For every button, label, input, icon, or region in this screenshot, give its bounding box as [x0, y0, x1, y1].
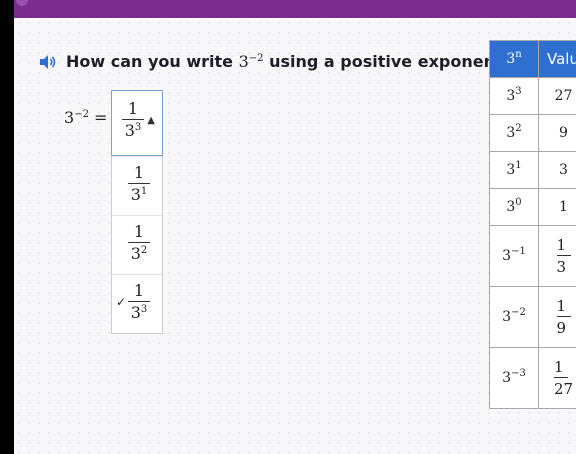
question-row: How can you write 3−2 using a positive e…: [38, 52, 512, 71]
fraction-denominator: 32: [131, 243, 148, 265]
fraction-denominator: 31: [131, 184, 148, 206]
option-fraction: 1 32: [128, 222, 150, 265]
table-cell-power: 30: [489, 188, 539, 226]
header-power-exp: n: [515, 49, 522, 60]
table-cell-power: 3−3: [489, 347, 539, 409]
cell-exp: −2: [511, 307, 526, 318]
dropdown-option-3[interactable]: ✓ 1 33: [112, 274, 162, 333]
header-power: 3n: [489, 40, 539, 78]
speaker-icon[interactable]: [38, 54, 58, 70]
selected-fraction: 1 33: [122, 99, 144, 142]
expression-lhs: 3−2 =: [64, 108, 107, 127]
den-base: 3: [130, 244, 141, 263]
fraction-numerator: 1: [133, 222, 145, 241]
fraction-numerator: 1: [556, 296, 567, 315]
den-base: 3: [130, 303, 141, 322]
table-cell-value: 19: [538, 286, 576, 348]
table-cell-value: 27: [538, 77, 576, 115]
table-cell-power: 31: [489, 151, 539, 189]
table-row: 3−2 19: [489, 286, 576, 348]
cell-base: 3: [506, 125, 516, 141]
fraction-numerator: 1: [133, 281, 145, 300]
question-exponent: −2: [248, 53, 264, 64]
cell-exp: 0: [515, 197, 522, 208]
value-fraction: 13: [556, 235, 571, 278]
den-base: 3: [124, 121, 135, 140]
powers-table: 3n Valu 33 27 32 9 31 3 30 1 3−1 13 3−2 …: [489, 40, 576, 409]
table-row: 31 3: [489, 151, 576, 189]
table-cell-value: 1: [538, 188, 576, 226]
option-fraction: 1 31: [128, 163, 150, 206]
fraction-denominator: 33: [125, 120, 142, 142]
checkmark-icon: ✓: [116, 295, 127, 309]
cell-exp: −1: [511, 246, 526, 257]
top-header-bar: [14, 0, 576, 18]
table-row: 33 27: [489, 77, 576, 115]
den-exponent: 1: [140, 186, 148, 197]
left-edge-bar: [0, 0, 14, 454]
den-exponent: 3: [134, 122, 142, 133]
fraction-denominator: 9: [556, 318, 567, 337]
cell-base: 3: [506, 199, 516, 215]
question-power: 3−2: [239, 52, 264, 71]
value-fraction: 1 27: [553, 357, 574, 400]
cell-base: 3: [502, 248, 512, 264]
fraction-denominator: 3: [556, 257, 567, 276]
question-text: How can you write 3−2 using a positive e…: [66, 52, 512, 71]
fraction-denominator: 27: [553, 379, 574, 398]
fraction-numerator: 1: [556, 235, 567, 254]
cell-base: 3: [506, 162, 516, 178]
fraction-numerator: 1: [127, 99, 139, 118]
table-cell-power: 32: [489, 114, 539, 152]
dropdown-selected-value[interactable]: 1 33 ▲: [111, 90, 163, 156]
question-prefix: How can you write: [66, 52, 239, 71]
table-cell-power: 33: [489, 77, 539, 115]
answer-dropdown[interactable]: 1 33 ▲ 1 31 1 32 ✓ 1 33: [111, 90, 163, 334]
table-row: 30 1: [489, 188, 576, 226]
table-row: 3−1 13: [489, 225, 576, 287]
table-cell-value: 3: [538, 151, 576, 189]
header-tab-shape: [16, 0, 28, 6]
cell-exp: 1: [515, 160, 522, 171]
caret-up-icon[interactable]: ▲: [147, 115, 155, 126]
den-exponent: 2: [140, 245, 148, 256]
den-base: 3: [130, 185, 141, 204]
table-header-row: 3n Valu: [489, 40, 576, 78]
table-cell-value: 13: [538, 225, 576, 287]
cell-exp: 2: [515, 123, 522, 134]
lhs-base: 3: [64, 108, 75, 127]
cell-exp: 3: [515, 86, 522, 97]
cell-exp: −3: [511, 368, 526, 379]
lhs-exponent: −2: [74, 109, 89, 120]
value-fraction: 19: [556, 296, 571, 339]
fraction-numerator: 1: [553, 357, 564, 376]
header-value: Valu: [538, 40, 576, 78]
table-cell-value: 1 27: [538, 347, 576, 409]
dropdown-option-2[interactable]: 1 32: [112, 215, 162, 274]
table-row: 3−3 1 27: [489, 347, 576, 409]
fraction-numerator: 1: [133, 163, 145, 182]
cell-base: 3: [502, 370, 512, 386]
header-power-base: 3: [506, 51, 516, 67]
cell-base: 3: [506, 88, 516, 104]
question-base: 3: [238, 52, 249, 71]
fraction-denominator: 33: [131, 302, 148, 324]
table-cell-power: 3−2: [489, 286, 539, 348]
equals-sign: =: [94, 108, 108, 127]
den-exponent: 3: [140, 304, 148, 315]
dropdown-option-1[interactable]: 1 31: [112, 156, 162, 215]
option-fraction: 1 33: [128, 281, 150, 324]
table-cell-power: 3−1: [489, 225, 539, 287]
cell-base: 3: [502, 309, 512, 325]
table-cell-value: 9: [538, 114, 576, 152]
table-row: 32 9: [489, 114, 576, 152]
question-suffix: using a positive exponent?: [263, 52, 512, 71]
